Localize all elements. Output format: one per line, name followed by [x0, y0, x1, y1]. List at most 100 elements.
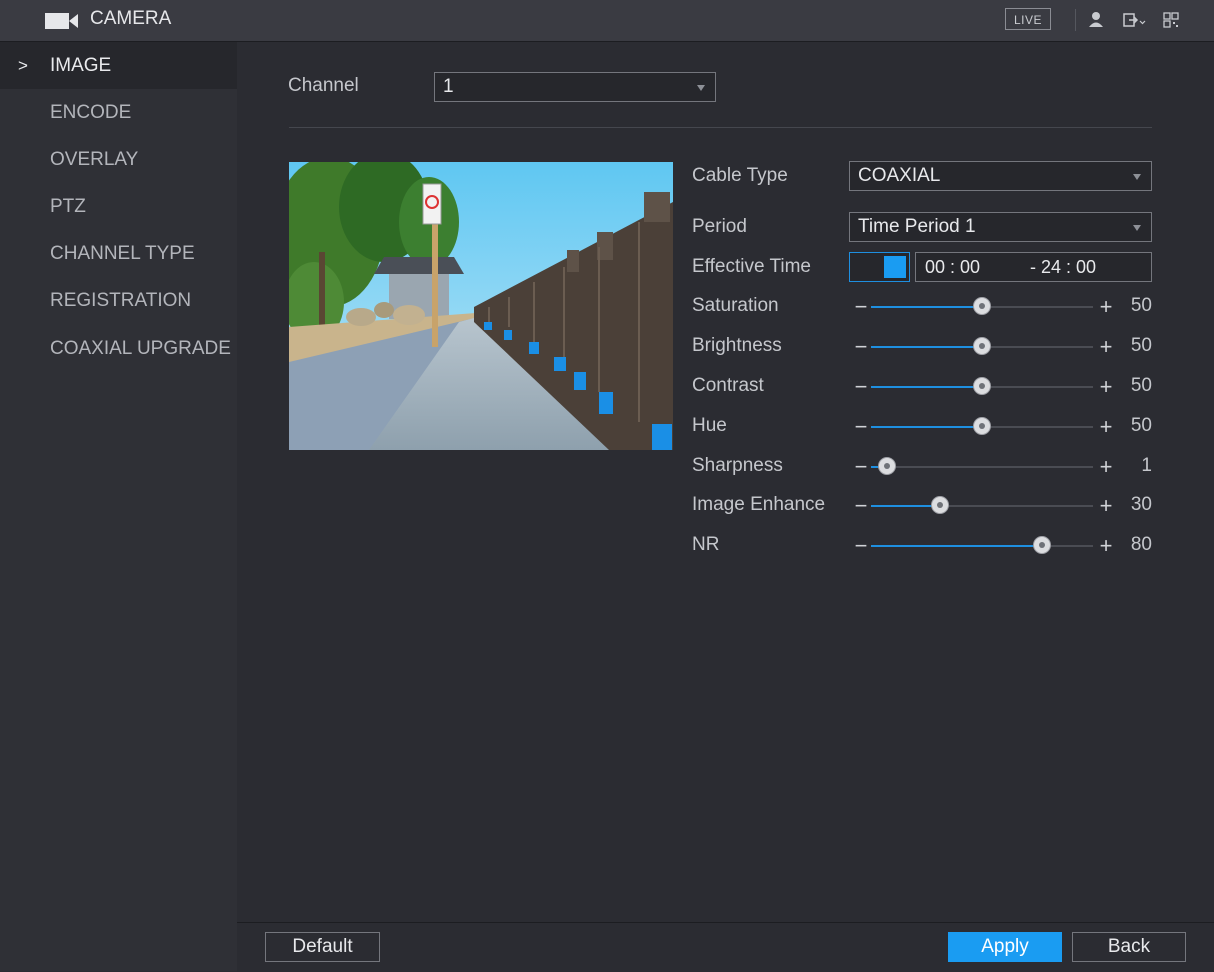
- slider-label: Brightness: [692, 335, 782, 356]
- sidebar-item-label: OVERLAY: [50, 149, 139, 170]
- slider-value: 80: [1130, 534, 1152, 555]
- slider-value: 50: [1130, 375, 1152, 396]
- period-label: Period: [692, 216, 747, 237]
- slider-row-contrast: Contrast − + 50: [692, 372, 1162, 402]
- slider-track[interactable]: [871, 337, 1093, 355]
- minus-button[interactable]: −: [852, 491, 870, 521]
- plus-button[interactable]: +: [1097, 372, 1115, 402]
- minus-button[interactable]: −: [852, 412, 870, 442]
- minus-button[interactable]: −: [852, 531, 870, 561]
- slider-thumb[interactable]: [930, 496, 949, 514]
- slider-thumb[interactable]: [973, 417, 991, 435]
- plus-button[interactable]: +: [1097, 531, 1115, 561]
- channel-select[interactable]: 1: [434, 72, 716, 102]
- slider-fill: [871, 505, 940, 507]
- slider-label: Image Enhance: [692, 494, 826, 515]
- time-start: 00 : 00: [925, 257, 981, 277]
- sidebar-item-image[interactable]: > IMAGE: [0, 42, 237, 89]
- sidebar-item-channel-type[interactable]: CHANNEL TYPE: [0, 230, 237, 277]
- slider-fill: [871, 386, 982, 388]
- slider-track[interactable]: [871, 377, 1093, 395]
- sidebar-item-label: REGISTRATION: [50, 290, 192, 311]
- slider-row-saturation: Saturation − + 50: [692, 292, 1162, 322]
- top-bar: CAMERA LIVE: [0, 0, 1214, 42]
- slider-track[interactable]: [871, 417, 1093, 435]
- slider-fill: [871, 545, 1042, 547]
- slider-value: 30: [1130, 494, 1152, 515]
- plus-button[interactable]: +: [1097, 452, 1115, 482]
- sidebar-item-overlay[interactable]: OVERLAY: [0, 136, 237, 183]
- slider-value: 50: [1130, 295, 1152, 316]
- apply-button[interactable]: Apply: [948, 932, 1062, 962]
- footer-bar: [237, 922, 1214, 972]
- slider-label: NR: [692, 534, 720, 555]
- live-button[interactable]: LIVE: [1005, 8, 1051, 30]
- slider-thumb[interactable]: [973, 297, 991, 315]
- slider-row-image-enhance: Image Enhance − + 30: [692, 491, 1162, 521]
- logout-icon[interactable]: [1122, 10, 1146, 30]
- slider-track[interactable]: [871, 536, 1093, 554]
- minus-button[interactable]: −: [852, 292, 870, 322]
- channel-value: 1: [443, 76, 454, 97]
- toggle-knob: [884, 256, 906, 278]
- minus-button[interactable]: −: [852, 452, 870, 482]
- plus-button[interactable]: +: [1097, 412, 1115, 442]
- slider-row-brightness: Brightness − + 50: [692, 332, 1162, 362]
- effective-time-input[interactable]: 00 : 00 - 24 : 00: [915, 252, 1152, 282]
- slider-thumb[interactable]: [973, 377, 991, 395]
- slider-value: 50: [1130, 335, 1152, 356]
- channel-label: Channel: [288, 75, 359, 96]
- slider-label: Saturation: [692, 295, 779, 316]
- slider-row-nr: NR − + 80: [692, 531, 1162, 561]
- top-divider: [1075, 9, 1076, 31]
- cable-type-select[interactable]: COAXIAL: [849, 161, 1152, 191]
- slider-fill: [871, 306, 982, 308]
- qr-code-icon[interactable]: [1162, 10, 1180, 30]
- sidebar-item-label: IMAGE: [50, 55, 112, 76]
- slider-thumb[interactable]: [1032, 536, 1051, 554]
- chevron-right-icon: >: [18, 56, 28, 75]
- period-select[interactable]: Time Period 1: [849, 212, 1152, 242]
- slider-track[interactable]: [871, 297, 1093, 315]
- slider-track[interactable]: [871, 457, 1093, 475]
- slider-value: 50: [1130, 415, 1152, 436]
- default-button[interactable]: Default: [265, 932, 380, 962]
- slider-row-hue: Hue − + 50: [692, 412, 1162, 442]
- sidebar-item-coaxial-upgrade[interactable]: COAXIAL UPGRADE: [0, 325, 237, 372]
- camera-preview-image: [289, 162, 673, 450]
- slider-label: Sharpness: [692, 455, 783, 476]
- sidebar-item-ptz[interactable]: PTZ: [0, 183, 237, 230]
- period-value: Time Period 1: [858, 216, 976, 237]
- chevron-down-icon: [1133, 225, 1141, 231]
- plus-button[interactable]: +: [1097, 491, 1115, 521]
- user-icon[interactable]: [1087, 10, 1105, 30]
- slider-label: Contrast: [692, 375, 764, 396]
- cable-type-label: Cable Type: [692, 165, 788, 186]
- effective-time-label: Effective Time: [692, 256, 811, 277]
- slider-fill: [871, 346, 982, 348]
- back-button[interactable]: Back: [1072, 932, 1186, 962]
- slider-track[interactable]: [871, 496, 1093, 514]
- slider-value: 1: [1141, 455, 1152, 476]
- plus-button[interactable]: +: [1097, 292, 1115, 322]
- slider-thumb[interactable]: [973, 337, 991, 355]
- sidebar-item-label: CHANNEL TYPE: [50, 243, 195, 264]
- minus-button[interactable]: −: [852, 332, 870, 362]
- effective-time-toggle[interactable]: [849, 252, 910, 282]
- slider-row-sharpness: Sharpness − + 1: [692, 452, 1162, 482]
- sidebar-item-registration[interactable]: REGISTRATION: [0, 277, 237, 324]
- sidebar-item-label: COAXIAL UPGRADE: [50, 338, 231, 359]
- divider: [289, 127, 1152, 128]
- slider-label: Hue: [692, 415, 727, 436]
- sidebar-item-label: ENCODE: [50, 102, 132, 123]
- chevron-down-icon: [697, 85, 705, 91]
- chevron-down-icon: [1133, 174, 1141, 180]
- slider-fill: [871, 426, 982, 428]
- plus-button[interactable]: +: [1097, 332, 1115, 362]
- sidebar-item-label: PTZ: [50, 196, 86, 217]
- cable-type-value: COAXIAL: [858, 165, 941, 186]
- minus-button[interactable]: −: [852, 372, 870, 402]
- page-title: CAMERA: [90, 8, 172, 29]
- slider-thumb[interactable]: [877, 457, 896, 475]
- sidebar-item-encode[interactable]: ENCODE: [0, 89, 237, 136]
